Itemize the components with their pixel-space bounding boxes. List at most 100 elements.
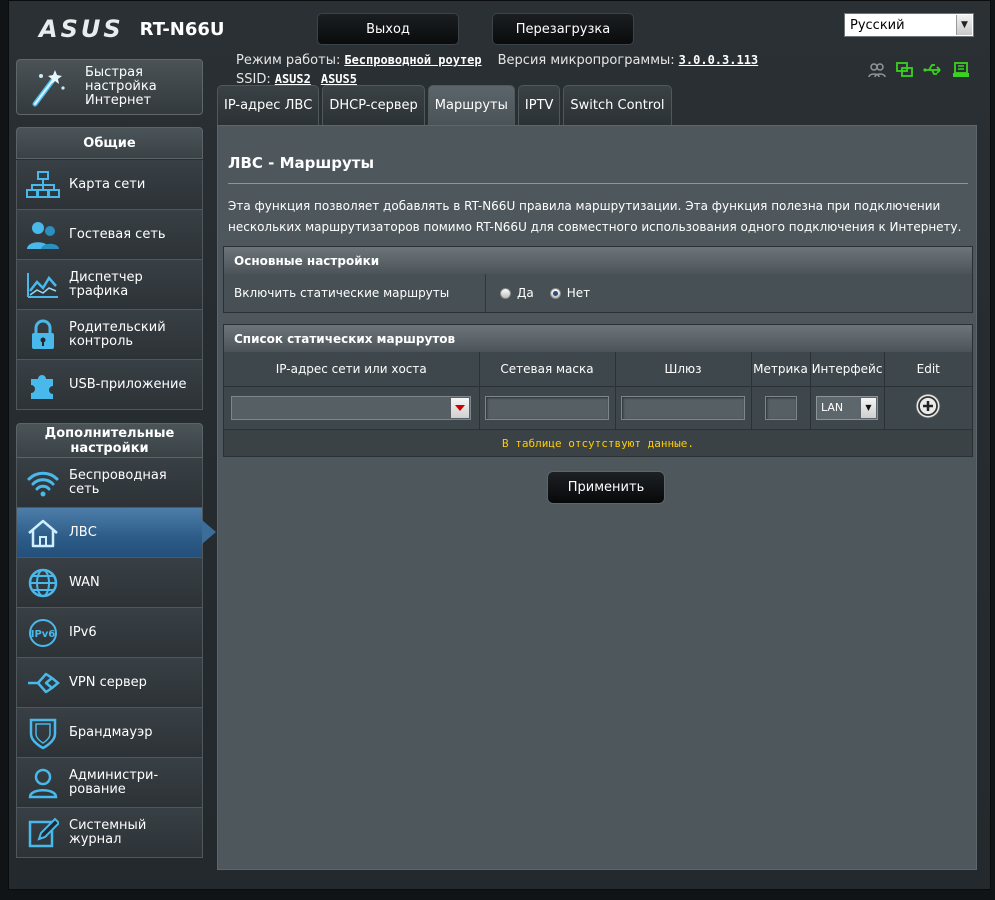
general-section-title: Общие [16,127,203,159]
chevron-down-icon: ▼ [956,15,972,35]
sidebar-item-label: IPv6 [69,624,97,640]
sidebar-item-lan[interactable]: ЛВС [16,508,216,558]
basic-settings-box: Основные настройки Включить статические … [223,246,973,313]
title-divider [228,183,968,184]
firmware-link[interactable]: 3.0.0.3.113 [679,53,758,67]
clients-icon[interactable] [867,61,887,79]
brand: ASUS RT-N66U [39,15,225,43]
svg-text:IPv6: IPv6 [31,629,56,640]
gateway-input[interactable] [621,395,745,420]
sidebar-item-label: Администри-рование [69,767,159,797]
column-header: IP-адрес сети или хоста [224,352,480,387]
sidebar-item-network-map[interactable]: Карта сети [16,160,203,210]
admin-icon [17,767,69,799]
no-data-message: В таблице отсутствуют данные. [224,429,972,456]
sidebar-item-label: VPN сервер [69,674,147,690]
advanced-section-title: Дополнительные настройки [16,423,203,458]
ssid-link-2[interactable]: ASUS5 [321,72,357,86]
sidebar-item-parental-control[interactable]: Родительский контроль [16,310,203,360]
usb-app-icon [17,369,69,401]
ssid-link-1[interactable]: ASUS2 [275,72,311,86]
table-row: LAN ▼ [224,386,972,429]
language-select[interactable]: Русский ▼ [844,13,974,37]
sidebar-item-administration[interactable]: Администри-рование [16,758,203,808]
sidebar-item-label: Системный журнал [69,817,147,847]
radio-no[interactable] [549,287,561,299]
basic-settings-header: Основные настройки [224,247,972,274]
enable-static-routes-row: Включить статические маршруты Да Нет [224,274,972,312]
content-panel: ЛВС - Маршруты Эта функция позволяет доб… [217,125,977,870]
tab-routes[interactable]: Маршруты [427,85,515,125]
radio-yes-label: Да [517,286,534,300]
printer-status-icon[interactable] [951,61,971,79]
quick-internet-setup-button[interactable]: Быстрая настройка Интернет [16,59,203,115]
sidebar-item-system-log[interactable]: Системный журнал [16,808,203,858]
wireless-icon [17,469,69,497]
sidebar-item-firewall[interactable]: Брандмауэр [16,708,203,758]
sidebar-item-label: Диспетчер трафика [69,269,143,299]
sidebar-item-traffic-manager[interactable]: Диспетчер трафика [16,260,203,310]
reboot-button[interactable]: Перезагрузка [492,13,634,45]
column-header: Интерфейс [810,352,885,387]
sidebar-item-ipv6[interactable]: IPv6 IPv6 [16,608,203,658]
sidebar-item-wan[interactable]: WAN [16,558,203,608]
tab-dhcp-server[interactable]: DHCP-сервер [322,85,425,125]
mode-label: Режим работы: [236,53,341,68]
chevron-down-icon[interactable] [451,397,470,418]
traffic-manager-icon [17,271,69,299]
language-value: Русский [850,17,905,33]
sidebar-item-usb-app[interactable]: USB-приложение [16,360,203,410]
apply-button[interactable]: Применить [547,471,665,504]
sidebar-item-label: Карта сети [69,176,146,192]
logout-button[interactable]: Выход [317,13,459,45]
enable-static-routes-options: Да Нет [486,274,590,312]
ip-address-input[interactable] [231,395,472,420]
column-header: Сетевая маска [479,352,616,387]
status-icons [867,61,971,79]
advanced-menu: Беспроводная сеть ЛВС WAN IPv6 IPv6 VPN с… [16,458,216,858]
enable-static-routes-label: Включить статические маршруты [224,274,486,312]
usb-status-icon[interactable] [923,61,943,79]
magic-wand-icon [17,66,77,108]
routes-table: IP-адрес сети или хоста Сетевая маска Шл… [224,352,972,429]
network-status-icon[interactable] [895,61,915,79]
sidebar-item-label: Брандмауэр [69,724,153,740]
sidebar-item-guest-network[interactable]: Гостевая сеть [16,210,203,260]
sidebar-item-label: Гостевая сеть [69,226,166,242]
page-description: Эта функция позволяет добавлять в RT-N66… [228,199,962,234]
sidebar-item-label: WAN [69,574,100,590]
network-map-icon [17,170,69,199]
tab-lan-ip[interactable]: IP-адрес ЛВС [217,85,320,125]
vpn-icon [17,669,69,697]
wan-icon [17,567,69,599]
metric-input[interactable] [764,395,797,420]
interface-select[interactable]: LAN ▼ [816,395,878,420]
interface-value: LAN [821,401,844,415]
router-admin-page: ASUS RT-N66U Выход Перезагрузка Русский … [8,0,991,890]
static-routes-header: Список статических маршрутов [224,325,972,352]
quick-setup-label: Быстрая настройка Интернет [85,65,157,108]
chevron-down-icon: ▼ [861,397,876,418]
status-info: Режим работы: Беспроводной роутер Версия м… [236,51,758,89]
add-route-button[interactable] [915,393,941,419]
asus-logo: ASUS [39,15,124,43]
firmware-label: Версия микропрограммы: [497,53,675,68]
radio-no-label: Нет [566,286,591,300]
parental-control-icon [17,319,69,351]
netmask-input[interactable] [485,395,609,420]
sidebar-item-label: ЛВС [69,524,97,540]
tab-iptv[interactable]: IPTV [517,85,561,125]
page-title: ЛВС - Маршруты [228,154,375,172]
guest-network-icon [17,220,69,250]
sidebar-item-vpn[interactable]: VPN сервер [16,658,203,708]
sidebar-item-label: Беспроводная сеть [69,467,167,497]
static-routes-box: Список статических маршрутов IP-адрес се… [223,324,973,457]
column-header: Шлюз [615,352,752,387]
column-header: Edit [884,352,972,387]
tab-switch-control[interactable]: Switch Control [563,85,672,125]
plus-circle-icon [915,393,941,419]
radio-yes[interactable] [500,287,511,299]
mode-link[interactable]: Беспроводной роутер [344,53,481,67]
sidebar-item-wireless[interactable]: Беспроводная сеть [16,458,203,508]
syslog-icon [17,817,69,849]
